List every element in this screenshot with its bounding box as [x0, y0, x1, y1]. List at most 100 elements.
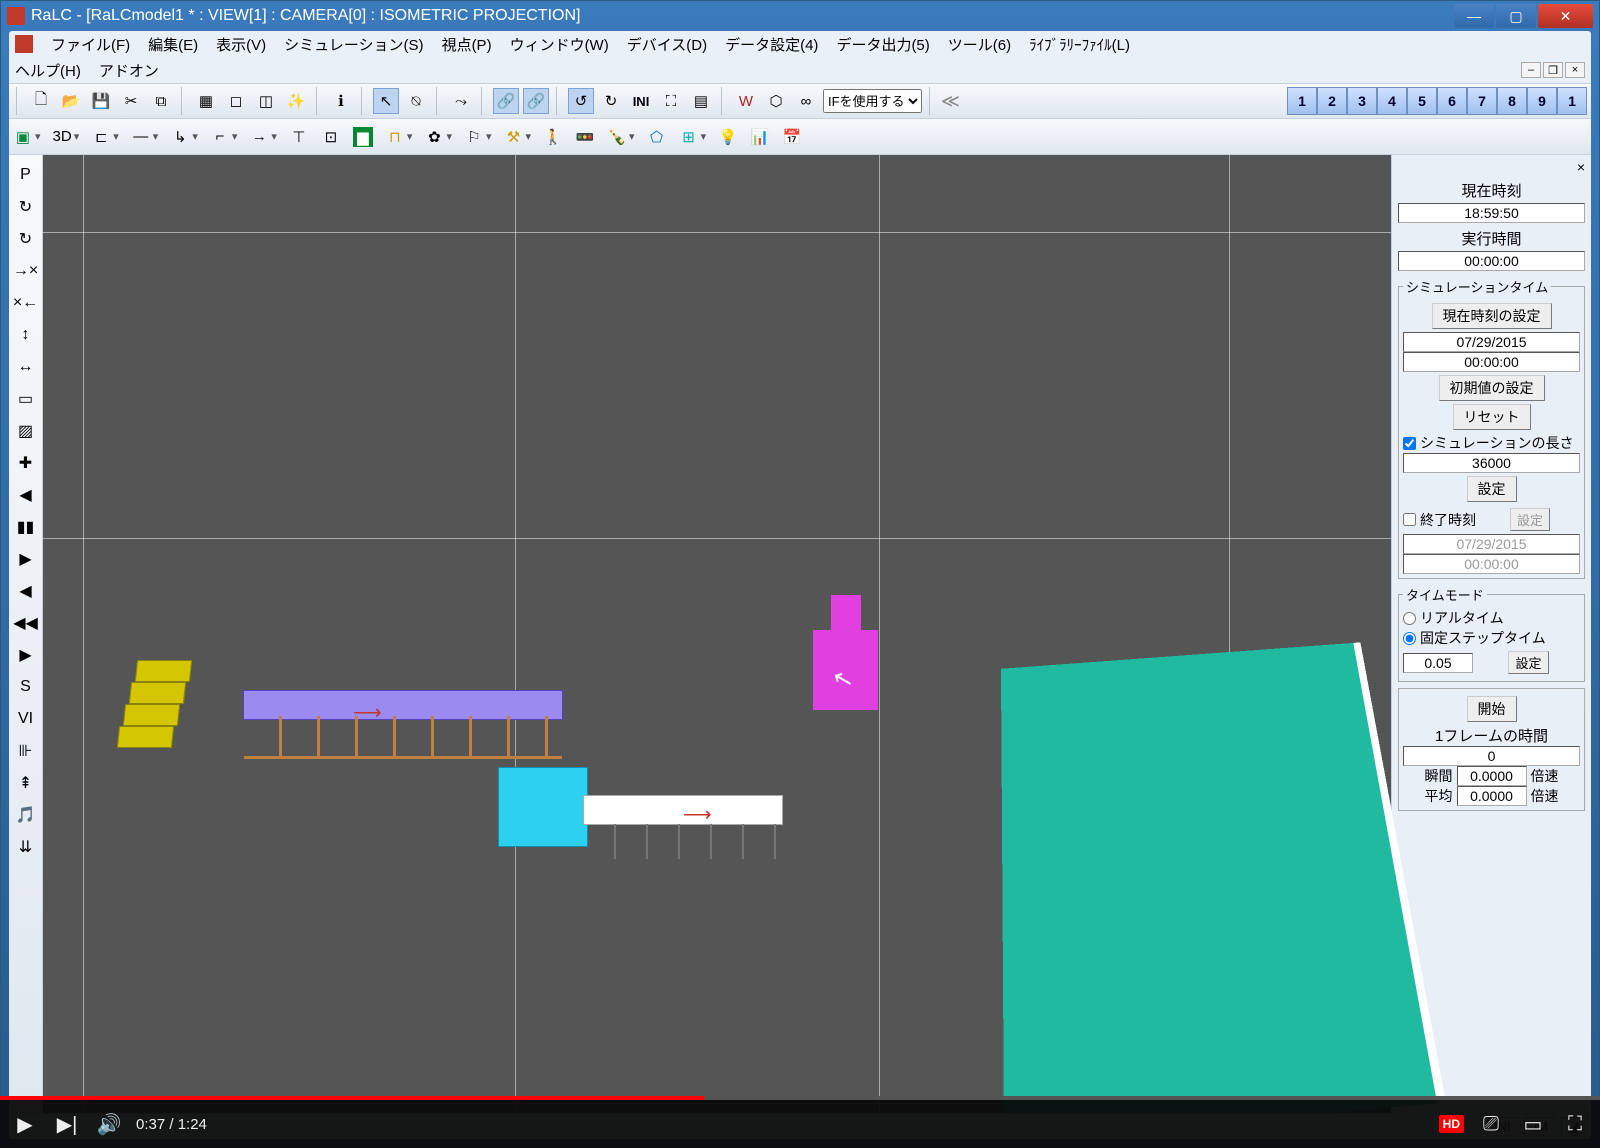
select-icon[interactable]: ◻ — [223, 88, 249, 114]
left-tool-20[interactable]: 🎵 — [9, 803, 42, 827]
gate-icon[interactable]: ⊓ — [385, 127, 405, 147]
conveyor-icon[interactable]: ⊏ — [91, 127, 111, 147]
list-icon[interactable]: ▤ — [688, 88, 714, 114]
step-value[interactable]: 0.05 — [1403, 653, 1473, 673]
left-tool-2[interactable]: ↻ — [9, 227, 42, 251]
init-button[interactable]: 初期値の設定 — [1439, 375, 1545, 401]
minimize-button[interactable]: — — [1454, 4, 1494, 28]
lasso-icon[interactable]: ⍉ — [403, 88, 429, 114]
angle-icon[interactable]: ↳ — [170, 127, 190, 147]
chain-icon[interactable]: ∞ — [793, 88, 819, 114]
step-set-button[interactable]: 設定 — [1508, 651, 1548, 674]
sim-length-check[interactable] — [1403, 437, 1416, 450]
menu-help[interactable]: ヘルプ(H) — [15, 60, 81, 81]
video-progress[interactable] — [0, 1096, 1600, 1100]
pentagon-icon[interactable]: ⬠ — [647, 127, 667, 147]
cursor-icon[interactable]: ↖ — [373, 88, 399, 114]
expand-icon[interactable]: ⛶ — [658, 88, 684, 114]
menu-viewpoint[interactable]: 視点(P) — [442, 34, 492, 55]
cast-icon[interactable]: ⎚ — [1476, 1113, 1506, 1136]
menu-library[interactable]: ﾗｲﾌﾞﾗﾘｰﾌｧｲﾙ(L) — [1029, 34, 1130, 55]
left-tool-3[interactable]: →× — [9, 259, 42, 283]
left-tool-19[interactable]: ⇞ — [9, 771, 42, 795]
realtime-radio[interactable] — [1403, 612, 1416, 625]
menu-window[interactable]: ウィンドウ(W) — [510, 34, 609, 55]
box-icon[interactable]: ⊡ — [321, 127, 341, 147]
number-tab-8[interactable]: 8 — [1497, 87, 1527, 115]
if-combo[interactable]: IFを使用する — [823, 89, 922, 113]
start-button[interactable]: 開始 — [1467, 696, 1517, 722]
left-tool-13[interactable]: ◀ — [9, 579, 42, 603]
left-tool-8[interactable]: ▨ — [9, 419, 42, 443]
menu-dataoutput[interactable]: データ出力(5) — [836, 34, 929, 55]
left-tool-6[interactable]: ↔ — [9, 355, 42, 379]
gear-icon[interactable]: ✿ — [424, 127, 444, 147]
end-time-check[interactable] — [1403, 513, 1416, 526]
number-tab-7[interactable]: 7 — [1467, 87, 1497, 115]
left-tool-16[interactable]: S — [9, 675, 42, 699]
fullscreen-icon[interactable]: ⛶ — [1560, 1113, 1590, 1136]
mdi-minimize-button[interactable]: – — [1521, 62, 1541, 78]
left-tool-9[interactable]: ✚ — [9, 451, 42, 475]
volume-icon[interactable]: 🔊 — [94, 1112, 124, 1137]
3d-icon[interactable]: 3D — [53, 128, 72, 145]
number-tab-2[interactable]: 2 — [1317, 87, 1347, 115]
refresh-icon[interactable]: ↺ — [568, 88, 594, 114]
close-button[interactable]: ✕ — [1538, 4, 1593, 28]
left-tool-21[interactable]: ⇊ — [9, 835, 42, 859]
calendar-icon[interactable]: 📅 — [782, 127, 802, 147]
panel-close-icon[interactable]: × — [1398, 159, 1585, 175]
reset-button[interactable]: リセット — [1453, 404, 1531, 430]
redo-icon[interactable]: ↻ — [598, 88, 624, 114]
flag-icon[interactable]: ⚐ — [464, 127, 484, 147]
menu-addon[interactable]: アドオン — [99, 60, 159, 81]
cube-icon[interactable]: ▣ — [13, 127, 33, 147]
bar-icon[interactable]: — — [131, 127, 151, 147]
node-icon[interactable]: ⬡ — [763, 88, 789, 114]
info-icon[interactable]: ℹ — [328, 88, 354, 114]
left-tool-4[interactable]: ×← — [9, 291, 42, 315]
next-icon[interactable]: ▶| — [52, 1112, 82, 1137]
curve-icon[interactable]: ⌐ — [210, 127, 230, 147]
monitor-icon[interactable]: ▆ — [353, 127, 373, 147]
person-icon[interactable]: 🚶 — [543, 127, 563, 147]
menu-device[interactable]: デバイス(D) — [627, 34, 707, 55]
3d-viewport[interactable]: ⟶ ⟶ ↖ — [43, 155, 1391, 1113]
maximize-button[interactable]: ▢ — [1496, 4, 1536, 28]
number-tab-3[interactable]: 3 — [1347, 87, 1377, 115]
theater-icon[interactable]: ▭ — [1518, 1112, 1548, 1137]
wand-icon[interactable]: ✨ — [283, 88, 309, 114]
left-tool-5[interactable]: ↕ — [9, 323, 42, 347]
arrow-icon[interactable]: → — [249, 127, 269, 147]
number-tab-9[interactable]: 9 — [1527, 87, 1557, 115]
ini-icon[interactable]: INI — [628, 88, 654, 114]
left-tool-0[interactable]: P — [9, 163, 42, 187]
w-icon[interactable]: W — [733, 88, 759, 114]
number-tab-1[interactable]: 1 — [1287, 87, 1317, 115]
group-icon[interactable]: ◫ — [253, 88, 279, 114]
rack-icon[interactable]: ⊞ — [679, 127, 699, 147]
chart-icon[interactable]: 📊 — [750, 127, 770, 147]
left-tool-10[interactable]: ◀ — [9, 483, 42, 507]
menu-view[interactable]: 表示(V) — [216, 34, 266, 55]
set-button[interactable]: 設定 — [1467, 476, 1517, 502]
left-tool-17[interactable]: VI — [9, 707, 42, 731]
set-current-time-button[interactable]: 現在時刻の設定 — [1432, 303, 1552, 329]
menu-datasetting[interactable]: データ設定(4) — [725, 34, 818, 55]
traffic-icon[interactable]: 🚥 — [575, 127, 595, 147]
menu-simulation[interactable]: シミュレーション(S) — [284, 34, 423, 55]
left-tool-7[interactable]: ▭ — [9, 387, 42, 411]
copy-icon[interactable]: ⧉ — [148, 88, 174, 114]
grid-icon[interactable]: ▦ — [193, 88, 219, 114]
left-tool-11[interactable]: ▮▮ — [9, 515, 42, 539]
bottle-icon[interactable]: 🍾 — [607, 127, 627, 147]
left-tool-18[interactable]: ⊪ — [9, 739, 42, 763]
mdi-restore-button[interactable]: ❐ — [1543, 62, 1563, 78]
left-tool-14[interactable]: ◀◀ — [9, 611, 42, 635]
menu-tool[interactable]: ツール(6) — [948, 34, 1011, 55]
t-icon[interactable]: ⊤ — [289, 127, 309, 147]
cut-icon[interactable]: ✂ — [118, 88, 144, 114]
number-tab-1[interactable]: 1 — [1557, 87, 1587, 115]
link-right-icon[interactable]: 🔗 — [523, 88, 549, 114]
menu-file[interactable]: ファイル(F) — [51, 34, 130, 55]
